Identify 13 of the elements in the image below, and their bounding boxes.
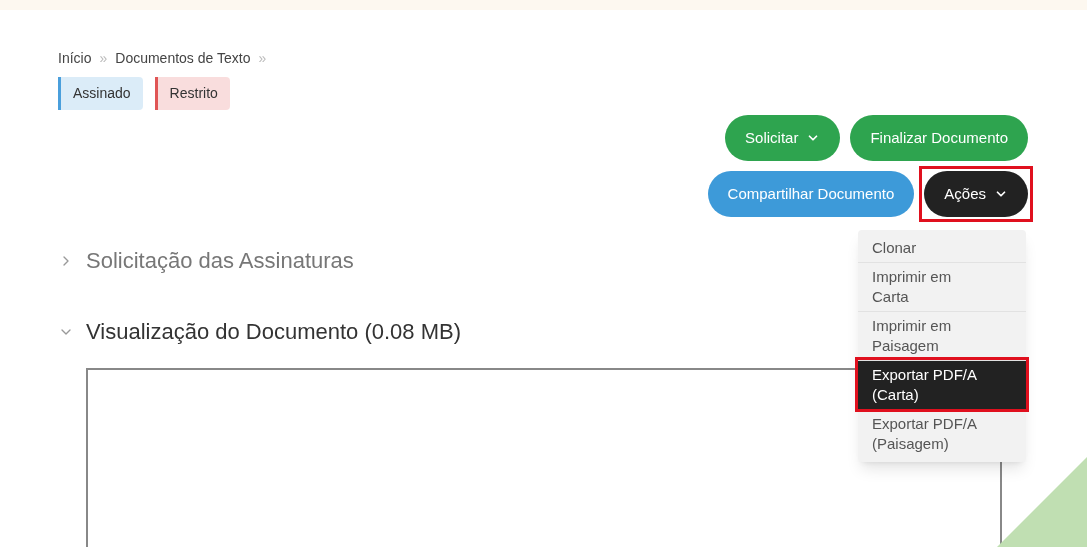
status-tag: Assinado [58, 77, 143, 110]
breadcrumb-link[interactable]: Documentos de Texto [115, 48, 251, 69]
breadcrumb-separator: » [258, 49, 267, 68]
menu-item[interactable]: Exportar PDF/A (Paisagem) [858, 409, 1026, 458]
menu-item[interactable]: Exportar PDF/A (Carta) [858, 360, 1026, 409]
section-title[interactable]: Visualização do Documento (0.08 MB) [86, 315, 461, 348]
status-tag: Restrito [154, 77, 230, 110]
breadcrumb-link[interactable]: Início [58, 48, 92, 69]
menu-item[interactable]: Clonar [858, 234, 1026, 262]
section-title[interactable]: Solicitação das Assinaturas [86, 244, 354, 277]
menu-item[interactable]: Imprimir em Carta [858, 262, 1026, 311]
action-button[interactable]: Ações [924, 171, 1028, 217]
breadcrumb-separator: » [99, 49, 108, 68]
